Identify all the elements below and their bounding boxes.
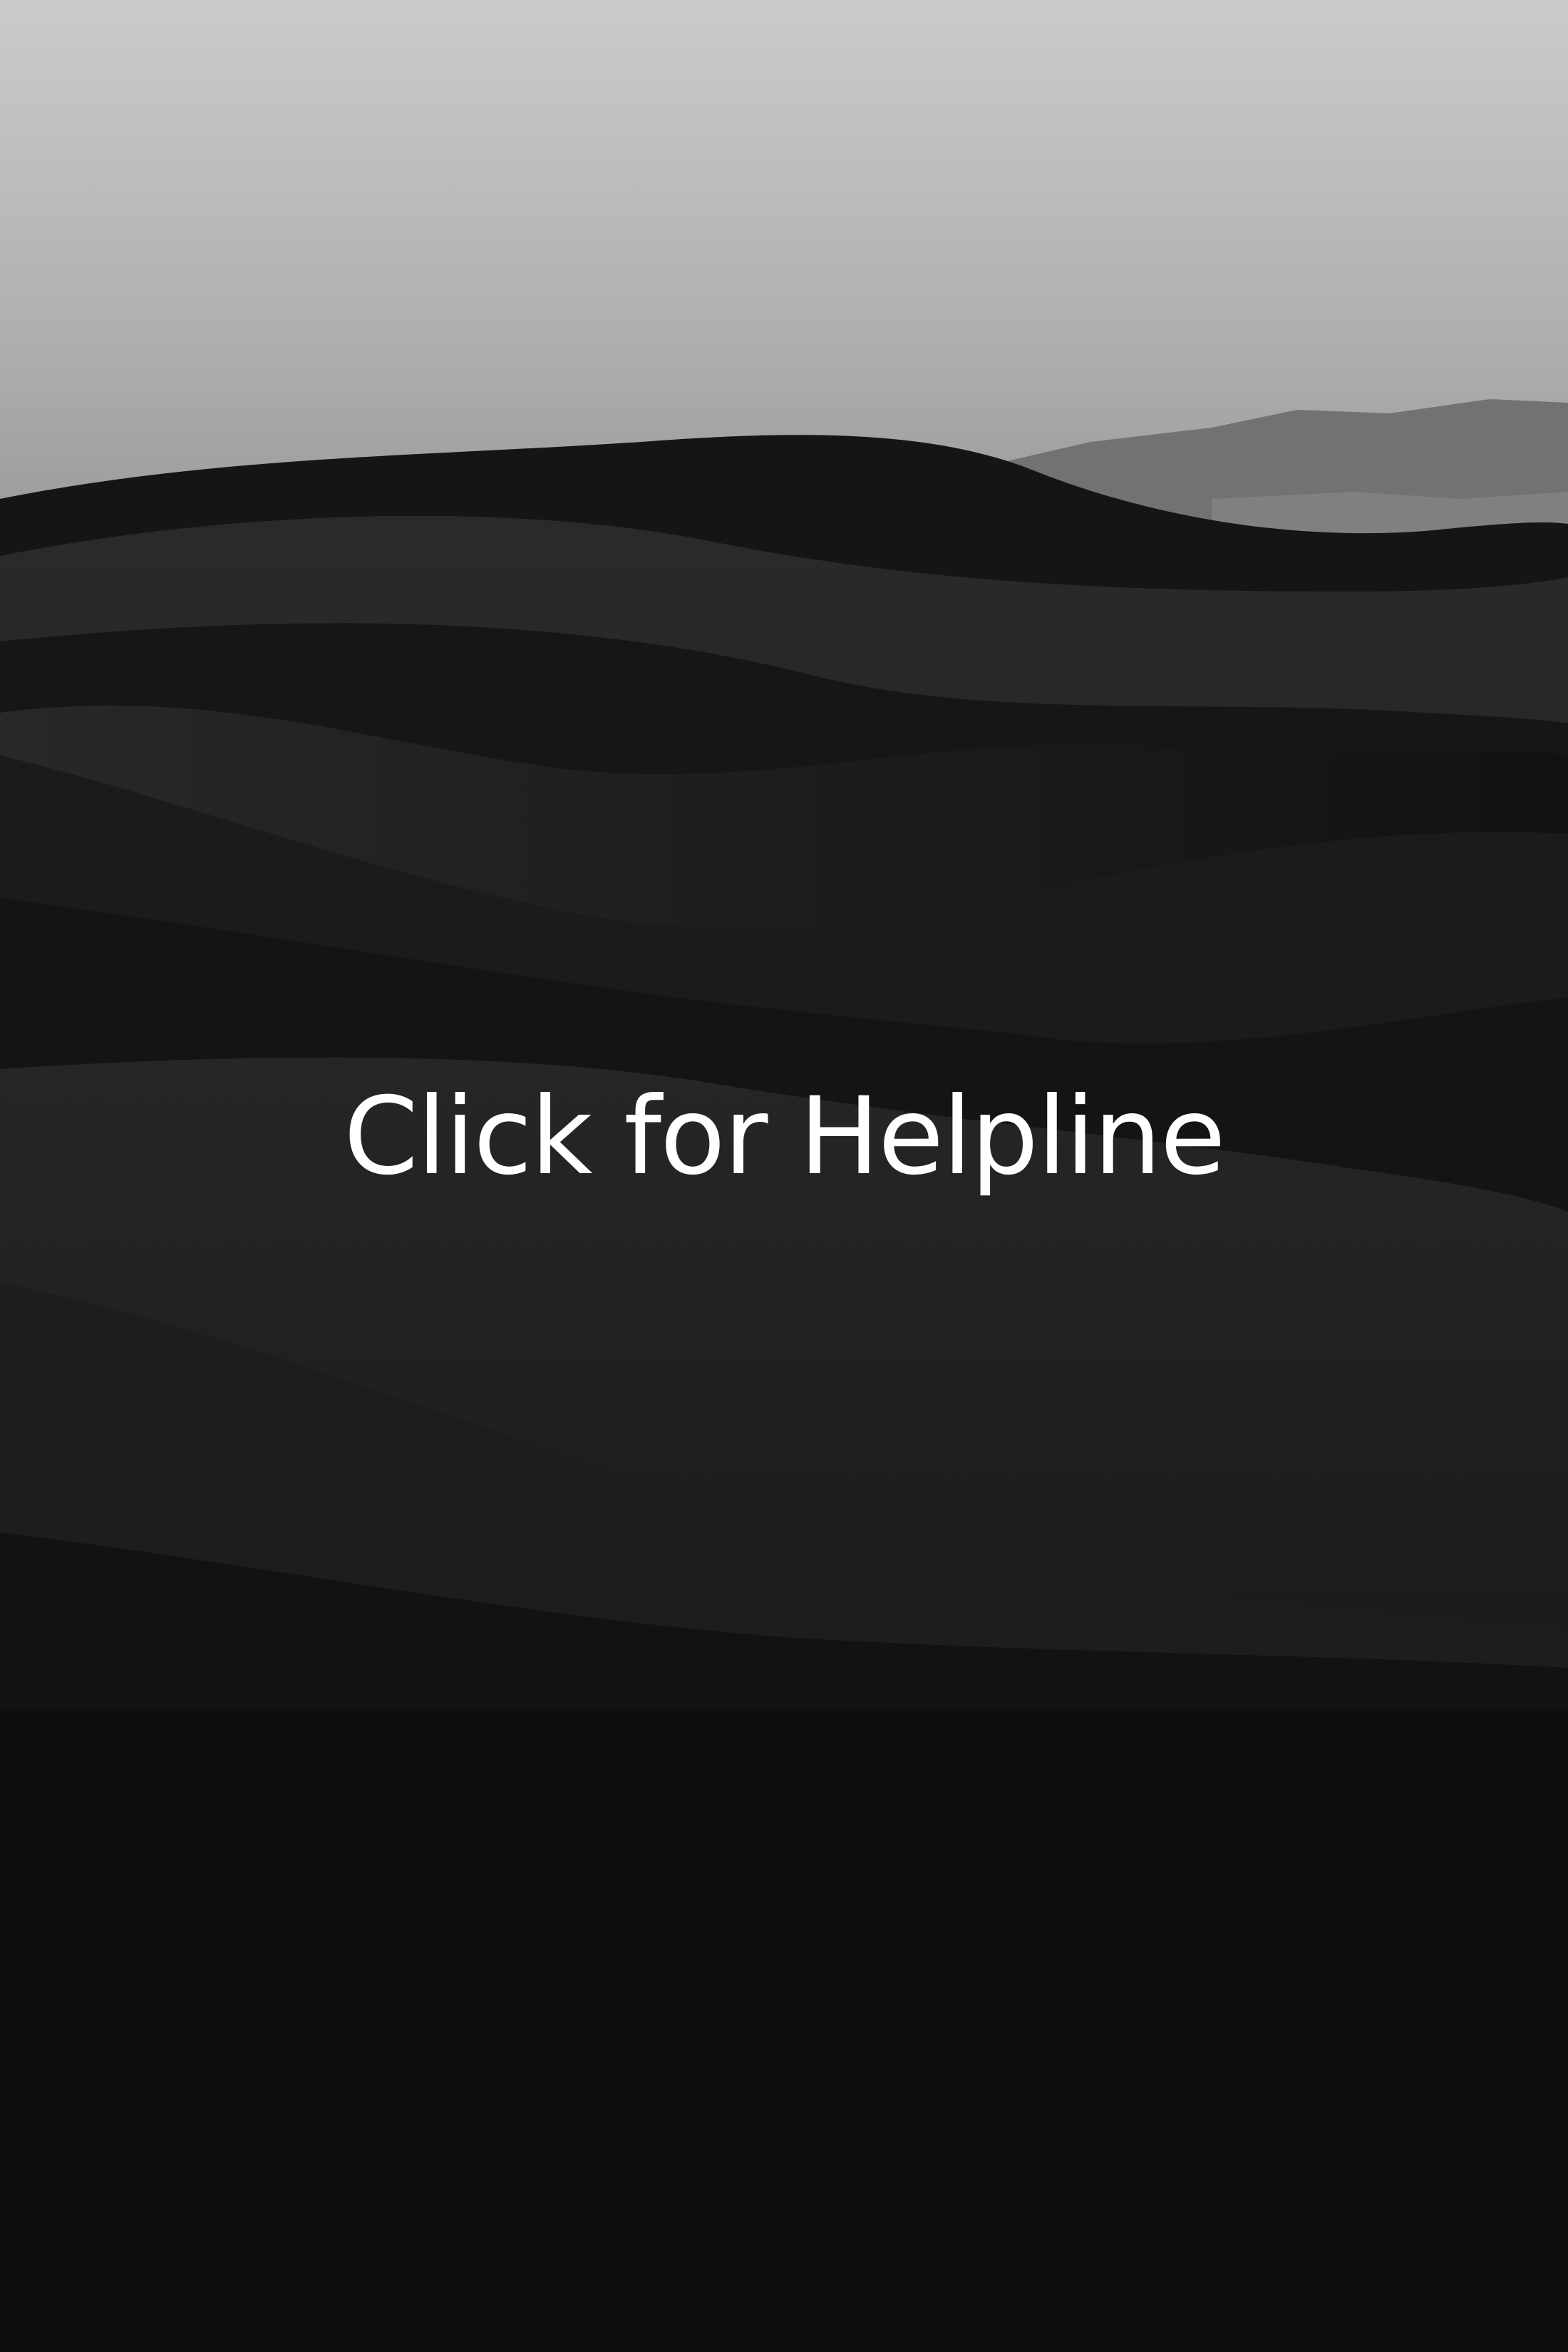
helpline-screen: Click for Helpline <box>0 0 1568 2352</box>
foreground-shadow <box>0 1711 1568 2352</box>
helpline-link[interactable]: Click for Helpline <box>0 1073 1568 1201</box>
